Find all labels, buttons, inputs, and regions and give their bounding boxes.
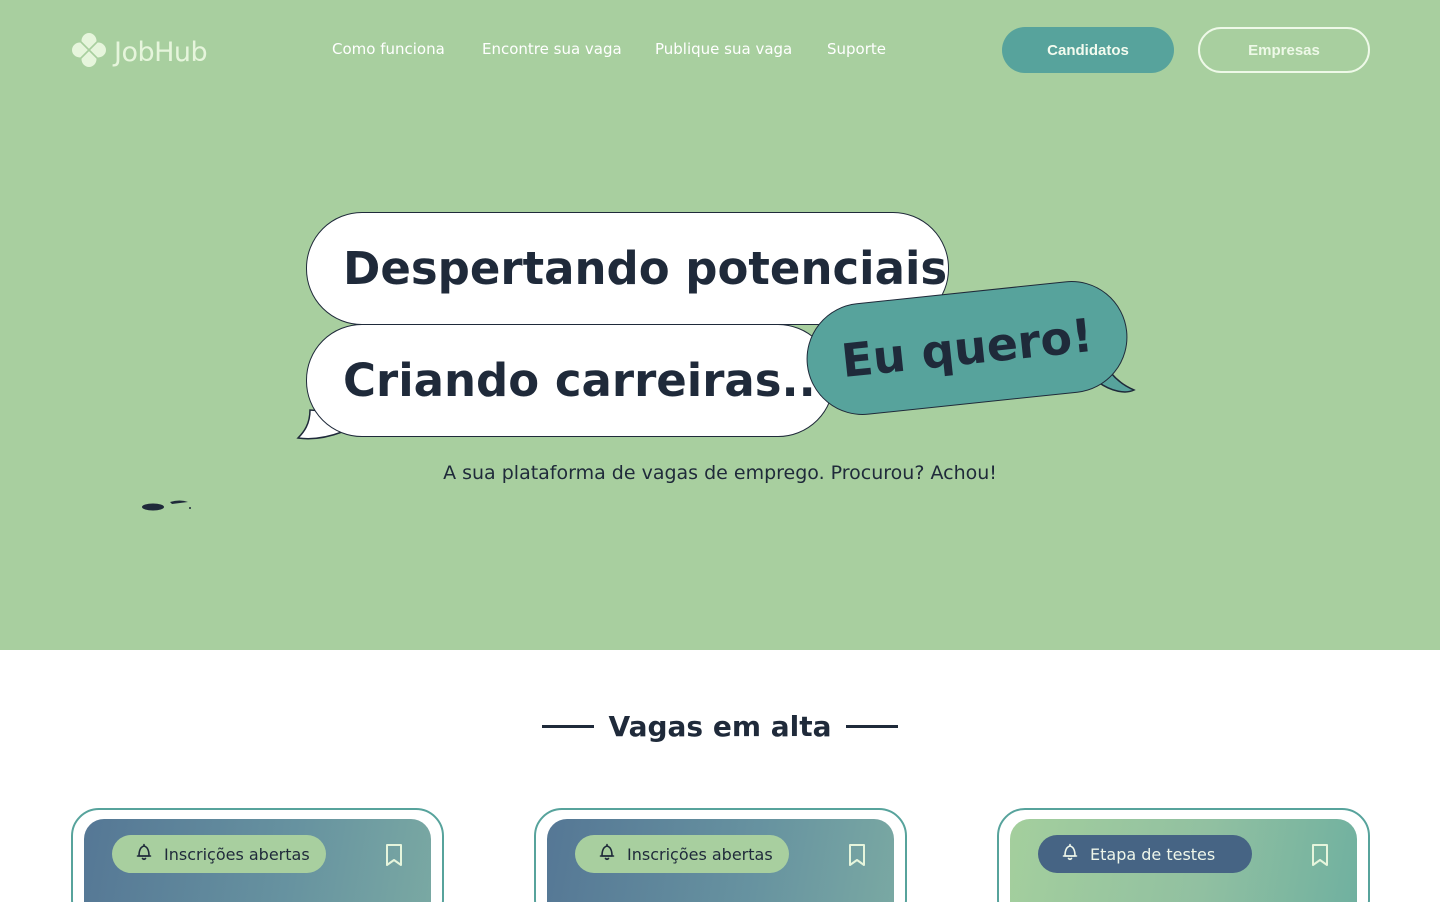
bookmark-icon[interactable] xyxy=(1310,843,1330,871)
nav-link-publique-vaga[interactable]: Publique sua vaga xyxy=(655,40,792,58)
headline-bubble-2: Criando carreiras... xyxy=(306,324,834,437)
nav-link-como-funciona[interactable]: Como funciona xyxy=(332,40,445,58)
heading-divider-right xyxy=(845,725,898,728)
status-label: Inscrições abertas xyxy=(627,844,773,864)
trending-jobs-title: Vagas em alta xyxy=(608,710,832,743)
decorative-ink-splat xyxy=(142,500,191,511)
brand-name: JobHub xyxy=(114,36,208,68)
job-card[interactable]: Inscrições abertas xyxy=(71,808,444,902)
clover-logo-icon xyxy=(72,32,106,72)
status-badge: Etapa de testes xyxy=(1038,835,1252,873)
trending-jobs-heading: Vagas em alta xyxy=(0,710,1440,743)
brand-logo[interactable]: JobHub xyxy=(72,32,208,72)
bell-icon xyxy=(597,842,617,866)
status-badge: Inscrições abertas xyxy=(575,835,789,873)
status-label: Inscrições abertas xyxy=(164,844,310,864)
headline-line-1: Despertando potenciais xyxy=(343,242,948,295)
bookmark-icon[interactable] xyxy=(384,843,404,871)
status-label: Etapa de testes xyxy=(1090,844,1216,864)
bell-icon xyxy=(134,842,154,866)
headline-line-2: Criando carreiras... xyxy=(343,354,833,407)
cta-bubble-label: Eu quero! xyxy=(838,307,1096,389)
job-card[interactable]: Etapa de testes xyxy=(997,808,1370,902)
companies-button[interactable]: Empresas xyxy=(1198,27,1370,73)
hero-subtitle: A sua plataforma de vagas de emprego. Pr… xyxy=(443,462,997,484)
job-card-cover: Inscrições abertas xyxy=(547,819,894,902)
job-card-cover: Etapa de testes xyxy=(1010,819,1357,902)
hero-section: JobHub Como funciona Encontre sua vaga P… xyxy=(0,0,1440,650)
heading-divider-left xyxy=(542,725,595,728)
bell-icon xyxy=(1060,842,1080,866)
nav-link-suporte[interactable]: Suporte xyxy=(827,40,886,58)
job-card-cover: Inscrições abertas xyxy=(84,819,431,902)
job-card[interactable]: Inscrições abertas xyxy=(534,808,907,902)
candidates-button[interactable]: Candidatos xyxy=(1002,27,1174,73)
status-badge: Inscrições abertas xyxy=(112,835,326,873)
nav-link-encontre-vaga[interactable]: Encontre sua vaga xyxy=(482,40,622,58)
bookmark-icon[interactable] xyxy=(847,843,867,871)
